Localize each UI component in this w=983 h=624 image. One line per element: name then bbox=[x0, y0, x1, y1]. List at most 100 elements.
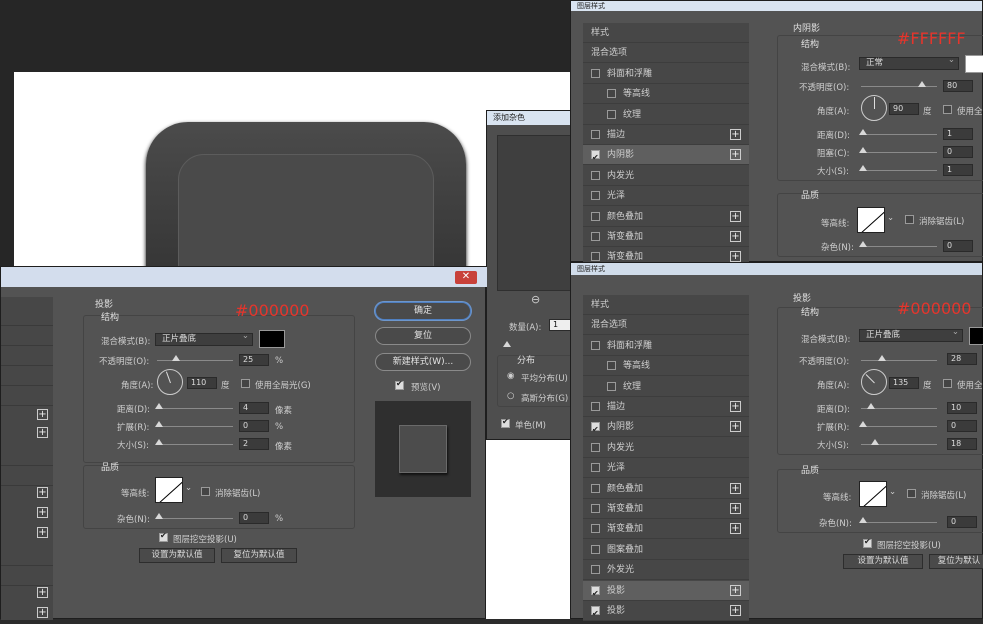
left-color-swatch[interactable] bbox=[259, 330, 285, 348]
style-list-item[interactable]: 纹理 bbox=[583, 105, 749, 125]
add-effect-icon[interactable]: + bbox=[37, 527, 48, 538]
style-checkbox[interactable] bbox=[591, 148, 600, 168]
style-list-item[interactable]: 光泽 bbox=[583, 186, 749, 207]
left-set-default-button[interactable]: 设置为默认值 bbox=[139, 548, 215, 563]
br-noise-input[interactable]: 0 bbox=[947, 516, 977, 528]
add-effect-icon[interactable]: + bbox=[37, 607, 48, 618]
style-list-item[interactable]: 投影 + bbox=[583, 601, 749, 624]
left-noise-knob[interactable] bbox=[155, 513, 163, 519]
style-checkbox[interactable] bbox=[591, 463, 600, 473]
style-list-item[interactable]: 外发光 bbox=[583, 560, 749, 581]
style-list-item[interactable]: 颜色叠加 + bbox=[583, 207, 749, 227]
style-checkbox[interactable] bbox=[591, 402, 600, 411]
br-opacity-knob[interactable] bbox=[878, 355, 887, 361]
ok-button[interactable]: 确定 bbox=[375, 302, 471, 320]
br-blend-select[interactable]: 正片叠底 bbox=[859, 327, 963, 342]
left-noise-slider[interactable] bbox=[157, 518, 233, 519]
style-checkbox[interactable] bbox=[591, 420, 600, 440]
tr-size-slider[interactable] bbox=[861, 170, 937, 171]
style-checkbox[interactable] bbox=[591, 544, 600, 554]
style-list-item[interactable]: 样式 bbox=[583, 23, 749, 43]
br-contour-picker[interactable] bbox=[859, 481, 887, 507]
tr-distance-slider[interactable] bbox=[861, 134, 937, 135]
style-checkbox[interactable] bbox=[591, 340, 600, 350]
left-distance-input[interactable]: 4 bbox=[239, 402, 269, 414]
tr-choke-input[interactable]: 0 bbox=[943, 146, 973, 158]
tr-angle-input[interactable]: 90 bbox=[889, 103, 919, 115]
tr-blend-select[interactable]: 正常 bbox=[859, 55, 959, 70]
br-distance-input[interactable]: 10 bbox=[947, 402, 977, 414]
style-checkbox[interactable] bbox=[591, 68, 600, 78]
style-list-item[interactable]: 混合选项 bbox=[583, 315, 749, 336]
new-style-button[interactable]: 新建样式(W)... bbox=[375, 353, 471, 371]
tr-contour-picker[interactable] bbox=[857, 207, 885, 233]
add-effect-icon[interactable]: + bbox=[730, 251, 741, 263]
add-effect-icon[interactable]: + bbox=[730, 605, 741, 616]
style-checkbox[interactable] bbox=[591, 524, 600, 534]
style-list-item[interactable]: 内阴影 + bbox=[583, 417, 749, 440]
tr-distance-input[interactable]: 1 bbox=[943, 128, 973, 140]
reset-button[interactable]: 复位 bbox=[375, 327, 471, 345]
tr-global-light-checkbox[interactable] bbox=[943, 105, 952, 114]
style-list-item[interactable]: 等高线 bbox=[583, 84, 749, 105]
left-knockout-checkbox[interactable] bbox=[159, 531, 168, 542]
close-icon[interactable]: ✕ bbox=[455, 271, 477, 284]
left-angle-input[interactable]: 110 bbox=[187, 377, 217, 389]
br-size-input[interactable]: 18 bbox=[947, 438, 977, 450]
style-checkbox[interactable] bbox=[591, 565, 600, 575]
left-distance-knob[interactable] bbox=[155, 403, 163, 409]
style-checkbox[interactable] bbox=[591, 483, 600, 493]
mono-checkbox[interactable] bbox=[501, 417, 510, 428]
left-angle-dial[interactable] bbox=[157, 369, 183, 395]
add-effect-icon[interactable]: + bbox=[730, 401, 741, 412]
style-checkbox[interactable] bbox=[591, 604, 600, 624]
style-checkbox[interactable] bbox=[607, 109, 616, 119]
br-set-default-button[interactable]: 设置为默认值 bbox=[843, 554, 923, 569]
left-size-input[interactable]: 2 bbox=[239, 438, 269, 450]
tr-opacity-knob[interactable] bbox=[917, 81, 926, 87]
left-noise-input[interactable]: 0 bbox=[239, 512, 269, 524]
left-blend-select[interactable]: 正片叠底 bbox=[155, 331, 253, 346]
left-spread-slider[interactable] bbox=[157, 426, 233, 427]
left-opacity-input[interactable]: 25 bbox=[239, 354, 269, 366]
style-list-item[interactable]: 描边 + bbox=[583, 397, 749, 417]
left-distance-slider[interactable] bbox=[157, 408, 233, 409]
left-global-light-checkbox[interactable] bbox=[241, 379, 250, 388]
left-reset-default-button[interactable]: 复位为默认值 bbox=[221, 548, 297, 563]
amount-slider-knob[interactable] bbox=[503, 341, 511, 347]
br-opacity-slider[interactable] bbox=[861, 360, 937, 361]
style-list-item[interactable]: 光泽 bbox=[583, 458, 749, 479]
left-size-slider[interactable] bbox=[157, 444, 233, 445]
add-effect-icon[interactable]: + bbox=[730, 231, 741, 242]
left-antialias-checkbox[interactable] bbox=[201, 487, 210, 496]
add-effect-icon[interactable]: + bbox=[37, 587, 48, 598]
style-checkbox[interactable] bbox=[607, 381, 616, 391]
style-list-item[interactable]: 等高线 bbox=[583, 356, 749, 377]
add-effect-icon[interactable]: + bbox=[730, 149, 741, 161]
style-checkbox[interactable] bbox=[591, 252, 600, 262]
tr-opacity-input[interactable]: 80 bbox=[943, 80, 973, 92]
style-list-item[interactable]: 内阴影 + bbox=[583, 145, 749, 168]
br-global-light-checkbox[interactable] bbox=[943, 379, 952, 388]
tr-color-swatch[interactable] bbox=[965, 55, 983, 73]
style-checkbox[interactable] bbox=[591, 232, 600, 241]
style-list-item[interactable]: 纹理 bbox=[583, 377, 749, 397]
tr-contour-chevron-icon[interactable]: ⌄ bbox=[887, 213, 894, 223]
gaussian-radio-icon[interactable]: ○ bbox=[507, 391, 514, 401]
br-noise-knob[interactable] bbox=[859, 517, 867, 523]
tr-noise-knob[interactable] bbox=[859, 241, 867, 247]
br-noise-slider[interactable] bbox=[861, 522, 937, 523]
style-list-item[interactable]: 颜色叠加 + bbox=[583, 479, 749, 499]
br-spread-slider[interactable] bbox=[861, 426, 937, 427]
uniform-radio-icon[interactable]: ◉ bbox=[507, 371, 514, 381]
style-checkbox[interactable] bbox=[591, 584, 600, 604]
left-opacity-knob[interactable] bbox=[172, 355, 180, 361]
add-effect-icon[interactable]: + bbox=[730, 584, 741, 596]
style-checkbox[interactable] bbox=[591, 442, 600, 452]
preview-checkbox[interactable] bbox=[395, 379, 404, 390]
add-effect-icon[interactable]: + bbox=[730, 210, 741, 222]
style-checkbox[interactable] bbox=[591, 211, 600, 221]
tr-noise-input[interactable]: 0 bbox=[943, 240, 973, 252]
style-checkbox[interactable] bbox=[591, 504, 600, 513]
tr-size-knob[interactable] bbox=[859, 165, 867, 171]
